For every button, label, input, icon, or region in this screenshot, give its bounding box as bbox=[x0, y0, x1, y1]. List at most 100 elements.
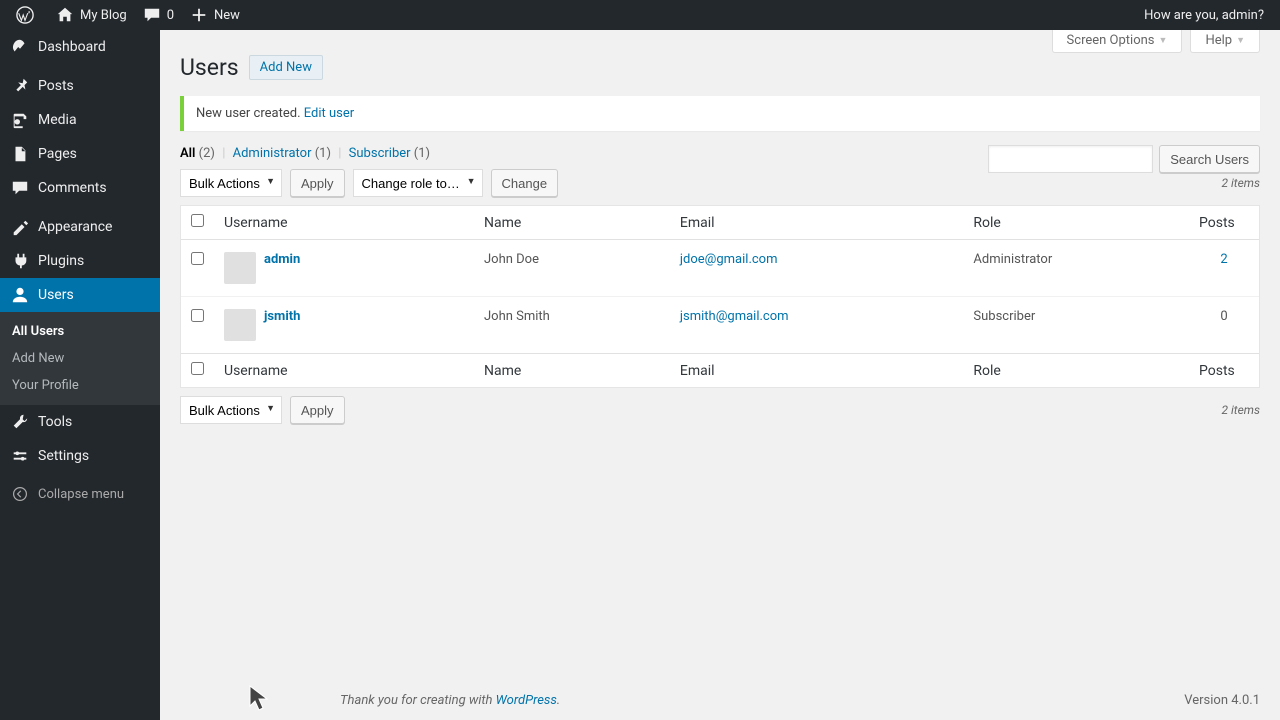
site-name-link[interactable]: My Blog bbox=[48, 0, 135, 30]
avatar bbox=[224, 252, 256, 284]
row-checkbox[interactable] bbox=[191, 252, 204, 265]
col-name[interactable]: Name bbox=[474, 206, 670, 240]
sidebar-item-label: Comments bbox=[38, 180, 107, 196]
new-label: New bbox=[214, 8, 240, 23]
filter-subscriber[interactable]: Subscriber bbox=[349, 146, 411, 161]
wordpress-icon bbox=[16, 6, 34, 24]
sidebar-item-label: Users bbox=[38, 287, 74, 303]
notice-text: New user created. bbox=[196, 106, 301, 121]
greeting-text: How are you, admin? bbox=[1144, 8, 1264, 23]
change-button[interactable]: Change bbox=[491, 169, 559, 197]
filter-administrator[interactable]: Administrator bbox=[233, 146, 312, 161]
items-count-top: 2 items bbox=[1221, 176, 1260, 190]
pin-icon bbox=[10, 77, 30, 95]
cell-posts: 0 bbox=[1189, 297, 1259, 353]
comments-link[interactable]: 0 bbox=[135, 0, 182, 30]
sidebar-item-tools[interactable]: Tools bbox=[0, 405, 160, 439]
tools-icon bbox=[10, 413, 30, 431]
sidebar-item-posts[interactable]: Posts bbox=[0, 69, 160, 103]
items-count-bottom: 2 items bbox=[1221, 403, 1260, 417]
dashboard-icon bbox=[10, 38, 30, 56]
wordpress-link[interactable]: WordPress bbox=[496, 693, 557, 708]
select-all-bottom[interactable] bbox=[191, 362, 204, 375]
cell-role: Administrator bbox=[963, 240, 1189, 297]
sidebar-item-label: Settings bbox=[38, 448, 89, 464]
col-role[interactable]: Role bbox=[963, 206, 1189, 240]
sidebar-item-plugins[interactable]: Plugins bbox=[0, 244, 160, 278]
submenu-add-new[interactable]: Add New bbox=[0, 345, 160, 372]
col-username-foot: Username bbox=[214, 353, 474, 387]
media-icon bbox=[10, 111, 30, 129]
notice-success: New user created. Edit user bbox=[180, 96, 1260, 131]
table-row: admin John Doe jdoe@gmail.com Administra… bbox=[181, 240, 1259, 297]
plus-icon bbox=[190, 6, 208, 24]
posts-count-link[interactable]: 2 bbox=[1220, 252, 1227, 267]
my-account[interactable]: How are you, admin? bbox=[1136, 0, 1272, 30]
footer-thanks: Thank you for creating with WordPress. bbox=[340, 693, 560, 708]
sidebar-item-dashboard[interactable]: Dashboard bbox=[0, 30, 160, 64]
select-all-top[interactable] bbox=[191, 214, 204, 227]
col-email-foot: Email bbox=[670, 353, 963, 387]
cell-name: John Smith bbox=[474, 297, 670, 353]
col-name-foot: Name bbox=[474, 353, 670, 387]
sidebar-item-label: Appearance bbox=[38, 219, 112, 235]
pages-icon bbox=[10, 145, 30, 163]
new-content-link[interactable]: New bbox=[182, 0, 248, 30]
plugin-icon bbox=[10, 252, 30, 270]
sidebar-item-label: Posts bbox=[38, 78, 74, 94]
table-row: jsmith John Smith jsmith@gmail.com Subsc… bbox=[181, 297, 1259, 353]
collapse-menu[interactable]: Collapse menu bbox=[0, 478, 160, 510]
sidebar-item-label: Tools bbox=[38, 414, 72, 430]
sidebar-item-users[interactable]: Users bbox=[0, 278, 160, 312]
col-posts[interactable]: Posts bbox=[1189, 206, 1259, 240]
comment-icon bbox=[10, 179, 30, 197]
chevron-down-icon: ▼ bbox=[1159, 35, 1168, 46]
filter-subscriber-count: (1) bbox=[414, 146, 430, 161]
sidebar-item-label: Plugins bbox=[38, 253, 84, 269]
chevron-down-icon: ▼ bbox=[1236, 35, 1245, 46]
users-table: Username Name Email Role Posts admin Joh… bbox=[180, 205, 1260, 388]
filter-all[interactable]: All bbox=[180, 146, 195, 161]
col-username[interactable]: Username bbox=[214, 206, 474, 240]
submenu-all-users[interactable]: All Users bbox=[0, 318, 160, 345]
help-tab[interactable]: Help▼ bbox=[1190, 30, 1260, 53]
email-link[interactable]: jdoe@gmail.com bbox=[680, 252, 778, 267]
bulk-actions-select[interactable]: Bulk Actions bbox=[180, 169, 282, 197]
avatar bbox=[224, 309, 256, 341]
cell-name: John Doe bbox=[474, 240, 670, 297]
cell-posts: 2 bbox=[1189, 240, 1259, 297]
appearance-icon bbox=[10, 218, 30, 236]
home-icon bbox=[56, 6, 74, 24]
filter-all-count: (2) bbox=[199, 146, 215, 161]
wp-logo[interactable] bbox=[8, 0, 48, 30]
site-name: My Blog bbox=[80, 8, 127, 23]
sidebar-item-settings[interactable]: Settings bbox=[0, 439, 160, 473]
username-link[interactable]: jsmith bbox=[264, 309, 300, 324]
sidebar-item-pages[interactable]: Pages bbox=[0, 137, 160, 171]
submenu-users: All Users Add New Your Profile bbox=[0, 312, 160, 405]
change-role-select[interactable]: Change role to… bbox=[353, 169, 483, 197]
edit-user-link[interactable]: Edit user bbox=[304, 106, 354, 121]
submenu-your-profile[interactable]: Your Profile bbox=[0, 372, 160, 399]
collapse-icon bbox=[10, 486, 30, 502]
row-checkbox[interactable] bbox=[191, 309, 204, 322]
screen-options-tab[interactable]: Screen Options▼ bbox=[1052, 30, 1183, 53]
col-posts-foot: Posts bbox=[1189, 353, 1259, 387]
sidebar-item-label: Dashboard bbox=[38, 39, 106, 55]
settings-icon bbox=[10, 447, 30, 465]
bulk-actions-select-bottom[interactable]: Bulk Actions bbox=[180, 396, 282, 424]
collapse-label: Collapse menu bbox=[38, 487, 124, 502]
col-email[interactable]: Email bbox=[670, 206, 963, 240]
sidebar-item-media[interactable]: Media bbox=[0, 103, 160, 137]
add-new-button[interactable]: Add New bbox=[249, 55, 323, 80]
col-role-foot: Role bbox=[963, 353, 1189, 387]
sidebar-item-appearance[interactable]: Appearance bbox=[0, 210, 160, 244]
user-icon bbox=[10, 286, 30, 304]
sidebar-item-comments[interactable]: Comments bbox=[0, 171, 160, 205]
page-title: Users bbox=[180, 54, 239, 81]
apply-button-bottom[interactable]: Apply bbox=[290, 396, 345, 424]
username-link[interactable]: admin bbox=[264, 252, 300, 267]
apply-button-top[interactable]: Apply bbox=[290, 169, 345, 197]
sidebar-item-label: Media bbox=[38, 112, 77, 128]
email-link[interactable]: jsmith@gmail.com bbox=[680, 309, 789, 324]
